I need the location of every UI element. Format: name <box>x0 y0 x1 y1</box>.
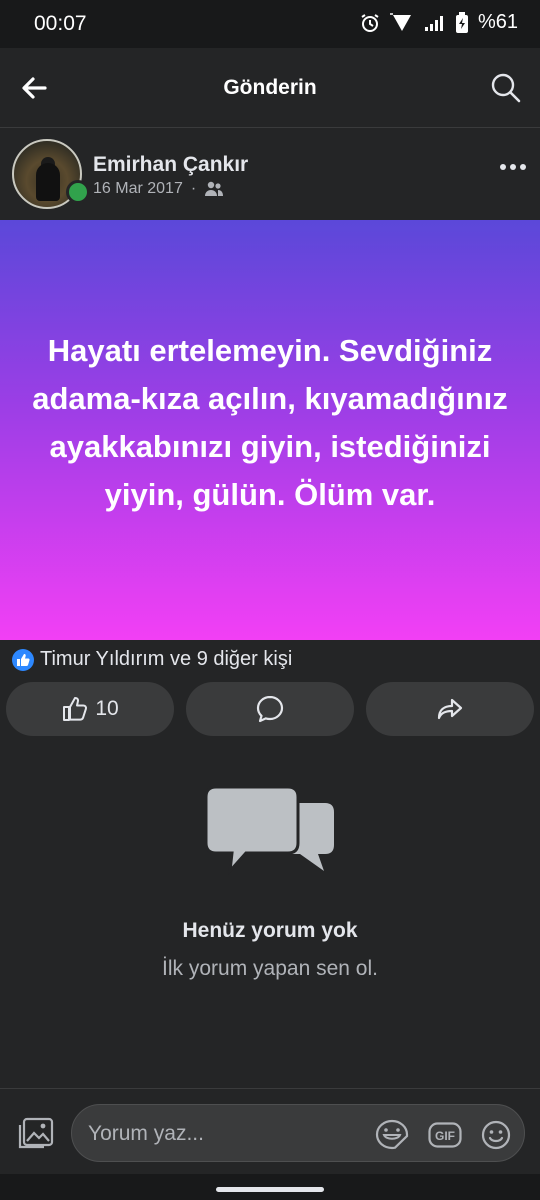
empty-comments-state: Henüz yorum yok İlk yorum yapan sen ol. <box>0 785 540 980</box>
share-icon <box>437 698 463 720</box>
thumbs-up-icon <box>63 697 88 721</box>
post-date[interactable]: 16 Mar 2017 <box>93 180 183 198</box>
comment-composer: Yorum yaz... GIF <box>0 1088 540 1174</box>
post-meta: 16 Mar 2017 · <box>93 180 224 198</box>
battery-icon <box>455 11 468 33</box>
search-icon[interactable] <box>490 72 522 104</box>
sticker-icon[interactable] <box>374 1118 410 1152</box>
comment-input[interactable]: Yorum yaz... GIF <box>71 1104 525 1162</box>
reactions-summary[interactable]: Timur Yıldırım ve 9 diğer kişi <box>12 648 292 671</box>
gif-icon[interactable]: GIF <box>428 1122 462 1148</box>
post-author[interactable]: Emirhan Çankır <box>93 153 248 177</box>
meta-separator: · <box>190 180 197 197</box>
photo-gallery-icon[interactable] <box>18 1117 54 1151</box>
battery-level: %61 <box>477 11 518 33</box>
friends-audience-icon <box>205 181 224 196</box>
post-header: Emirhan Çankır 16 Mar 2017 · <box>0 128 540 220</box>
top-bar: Gönderin <box>0 48 540 128</box>
post-actions: 10 <box>6 682 534 736</box>
post-text: Hayatı ertelemeyin. Sevdiğiniz adama-kız… <box>32 333 508 512</box>
like-reaction-icon <box>12 648 34 671</box>
more-options-icon[interactable] <box>500 164 526 170</box>
signal-icon <box>424 15 443 31</box>
status-icons: %61 <box>360 11 518 34</box>
empty-heading: Henüz yorum yok <box>182 919 358 942</box>
comment-placeholder: Yorum yaz... <box>88 1122 204 1145</box>
emoji-icon[interactable] <box>480 1119 512 1151</box>
comment-bubbles-icon <box>204 785 334 876</box>
wifi-icon <box>389 12 411 31</box>
empty-subtext: İlk yorum yapan sen ol. <box>162 957 378 980</box>
like-count: 10 <box>95 697 119 720</box>
online-status-dot <box>66 180 90 204</box>
svg-text:GIF: GIF <box>435 1129 455 1143</box>
reactions-text: Timur Yıldırım ve 9 diğer kişi <box>40 648 293 670</box>
system-nav-bar <box>0 1174 540 1200</box>
page-title: Gönderin <box>223 76 317 99</box>
share-button[interactable] <box>366 682 534 736</box>
home-gesture-bar[interactable] <box>216 1187 324 1192</box>
alarm-icon <box>361 13 379 32</box>
status-bar: 00:07 %61 <box>0 0 540 48</box>
like-button[interactable]: 10 <box>6 682 174 736</box>
post-content: Hayatı ertelemeyin. Sevdiğiniz adama-kız… <box>0 220 540 640</box>
comment-icon <box>256 695 284 723</box>
status-time: 00:07 <box>34 12 87 35</box>
comment-button[interactable] <box>186 682 354 736</box>
composer-icons: GIF <box>374 1118 512 1152</box>
